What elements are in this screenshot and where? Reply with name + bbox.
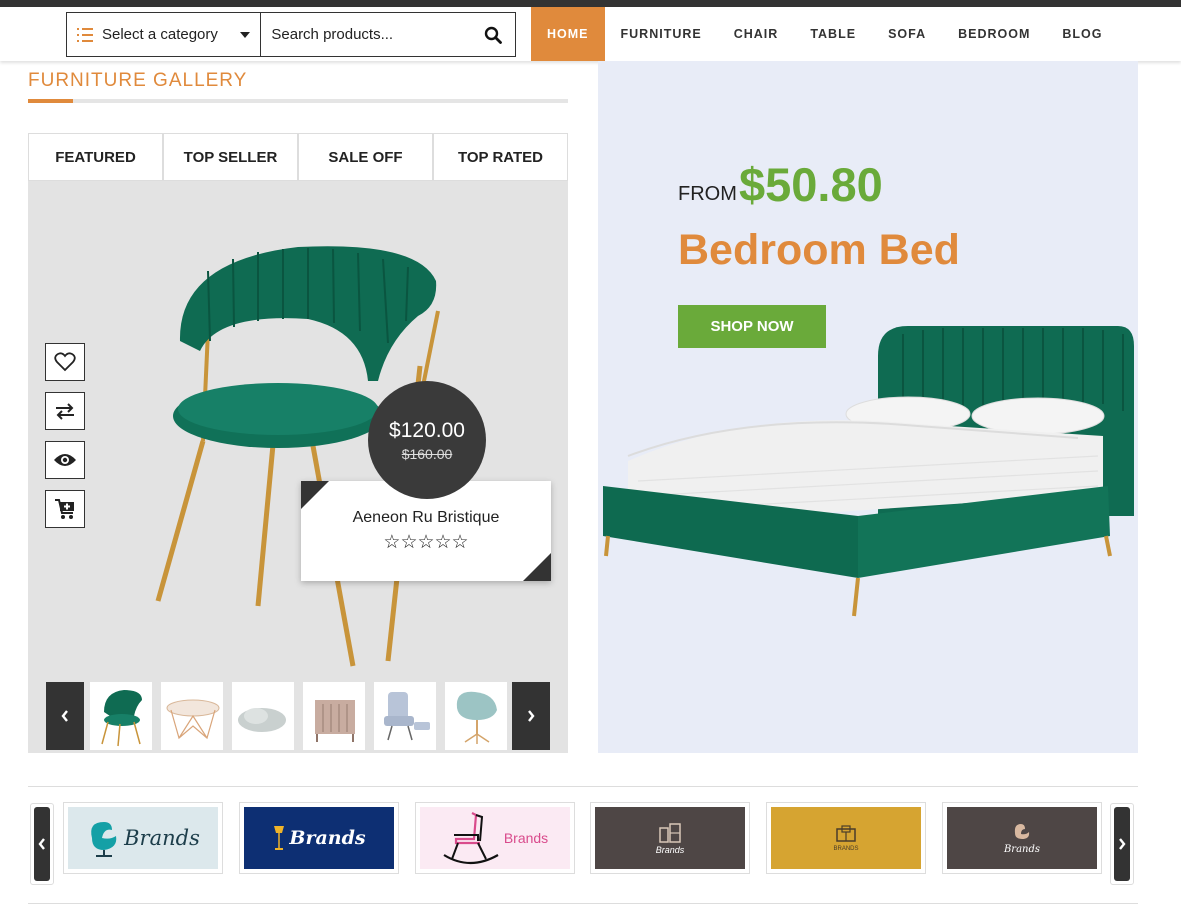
brand-strip-divider [28,786,1138,787]
category-select[interactable]: Select a category [67,13,262,56]
tab-sale-off[interactable]: SALE OFF [299,134,434,180]
brand-logo-5[interactable]: BRANDS [766,802,926,874]
product-name[interactable]: Aeneon Ru Bristique [301,509,551,527]
nav-table[interactable]: TABLE [794,7,872,61]
quick-view-button[interactable] [45,441,85,479]
chevron-left-icon [38,838,45,850]
promo-banner: FROM $50.80 Bedroom Bed SHOP NOW [598,61,1138,753]
lamp-icon [274,826,285,850]
search-button[interactable] [470,13,515,56]
brand-name: Brands [289,827,366,849]
brand-logo-3[interactable]: Brands [415,802,575,874]
egg-chair-icon [91,822,117,857]
product-search-form: Select a category [66,12,516,57]
heart-icon [54,352,76,372]
compare-button[interactable] [45,392,85,430]
thumbnail-image [456,691,497,744]
thumbnail-image [315,700,355,742]
featured-product-panel: $120.00 $160.00 Aeneon Ru Bristique ☆☆☆☆… [28,181,568,753]
card-corner-decoration [523,553,551,581]
brand-logo-2[interactable]: Brands [239,802,399,874]
search-input[interactable] [261,13,471,56]
chevron-right-icon [528,710,535,722]
section-title: FURNITURE GALLERY [28,70,248,91]
brand-name: Brands [1003,844,1041,855]
thumbnail-image [166,699,220,740]
banner-headline: Bedroom Bed [678,226,960,274]
star-rating: ☆☆☆☆☆ [383,532,469,553]
thumbnail-image [101,690,142,747]
armchair-icon [1014,824,1030,839]
rocking-chair-icon [443,812,499,865]
title-underline [28,99,568,103]
nav-bedroom[interactable]: BEDROOM [942,7,1046,61]
thumbnail-next-button[interactable] [512,682,550,750]
tab-top-seller[interactable]: TOP SELLER [164,134,299,180]
top-border-bar [0,0,1181,7]
brand-logo-image: Brands [595,807,745,869]
brands-next-button[interactable] [1110,803,1134,885]
caret-down-icon [240,32,251,38]
brand-logo-image: Brands [244,807,394,869]
category-select-label: Select a category [102,26,218,43]
current-price: $120.00 [389,418,465,442]
brand-logo-image: BRANDS [771,807,921,869]
cart-plus-icon [55,499,74,519]
thumbnail-crib[interactable] [302,681,366,751]
card-corner-decoration [301,481,329,509]
thumbnail-image [384,692,430,741]
brand-name: BRANDS [833,845,859,852]
brand-name: Brands [655,844,685,855]
thumbnail-prev-button[interactable] [46,682,84,750]
nav-sofa[interactable]: SOFA [872,7,942,61]
chevron-left-icon [61,710,68,722]
banner-from-label: FROM [678,183,737,205]
banner-price: $50.80 [739,158,883,211]
compare-icon [56,403,74,420]
product-tabs: FEATURED TOP SELLER SALE OFF TOP RATED [28,133,568,181]
thumbnail-chair-green[interactable] [89,681,153,751]
nav-home[interactable]: HOME [531,7,605,61]
banner-bed-image [603,326,1134,617]
old-price: $160.00 [401,445,453,462]
brand-name: Brands [124,826,200,850]
main-nav: HOME FURNITURE CHAIR TABLE SOFA BEDROOM … [531,7,1119,61]
add-to-cart-button[interactable] [45,490,85,528]
brand-logo-1[interactable]: Brands [63,802,223,874]
list-icon [77,27,93,42]
thumbnail-carousel [46,681,550,751]
brands-prev-button[interactable] [30,803,54,885]
tab-top-rated[interactable]: TOP RATED [434,134,567,180]
thumbnail-table[interactable] [160,681,224,751]
brand-logo-image: Brands [68,807,218,869]
brand-logo-image: Brands [420,807,570,869]
nav-furniture[interactable]: FURNITURE [605,7,718,61]
thumbnail-image [238,708,286,732]
nav-chair[interactable]: CHAIR [718,7,795,61]
brand-logo-6[interactable]: Brands [942,802,1102,874]
thumbnail-egg-chair[interactable] [444,681,508,751]
chevron-right-icon [1119,838,1126,850]
eye-icon [54,454,76,466]
brand-logo-image: Brands [947,807,1097,869]
brand-logo-4[interactable]: Brands [590,802,750,874]
brand-strip-divider [28,903,1138,904]
brand-name: Brands [503,830,549,846]
cabinet-icon [659,822,681,843]
tab-featured[interactable]: FEATURED [29,134,164,180]
thumbnail-armchair[interactable] [373,681,437,751]
thumbnail-pouf[interactable] [231,681,295,751]
desk-icon [836,824,856,842]
price-badge: $120.00 $160.00 [368,381,486,499]
title-underline-accent [28,99,73,103]
nav-blog[interactable]: BLOG [1046,7,1118,61]
wishlist-button[interactable] [45,343,85,381]
search-icon [484,26,502,44]
